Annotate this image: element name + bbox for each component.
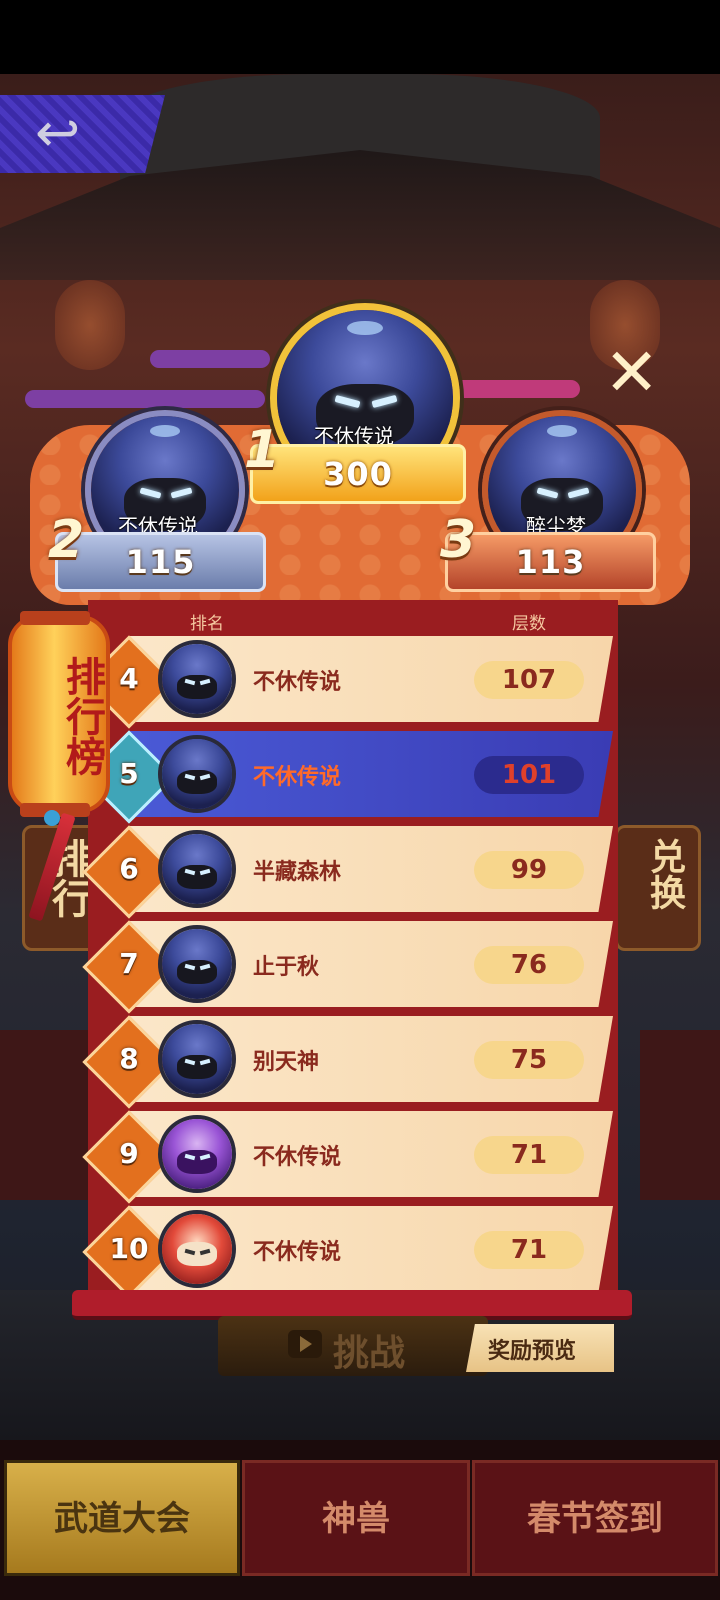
side-door-left (0, 1030, 90, 1200)
rank-number: 7 (119, 947, 139, 980)
exchange-label: 兑换 (644, 838, 685, 910)
column-header-score: 层数 (512, 614, 546, 634)
third-place-plaque: 113 (445, 532, 656, 592)
screen: { "podium": { "first": {"rank": "1", "na… (0, 0, 720, 1600)
tab-label: 春节签到 (527, 1499, 663, 1539)
lion-dance-avatar[interactable] (158, 1210, 236, 1288)
player-name: 不休传说 (253, 765, 342, 790)
tab-label: 武道大会 (54, 1499, 190, 1539)
player-score: 71 (474, 1231, 584, 1269)
decor-streak (450, 380, 580, 398)
close-icon: ✕ (604, 334, 660, 411)
decor-streak (150, 350, 270, 368)
ranking-lantern-label: 排行榜 (59, 656, 105, 776)
rank-number: 6 (119, 852, 139, 885)
player-name: 止于秋 (253, 955, 320, 980)
video-play-icon (288, 1330, 322, 1358)
first-place-plaque: 300 (250, 444, 466, 504)
tab-divine-beast[interactable]: 神兽 (242, 1460, 470, 1576)
player-name: 不休传说 (253, 1145, 342, 1170)
tab-martial-tournament[interactable]: 武道大会 (4, 1460, 240, 1576)
player-name: 不休传说 (253, 670, 342, 695)
tab-spring-festival-checkin[interactable]: 春节签到 (472, 1460, 718, 1576)
first-place-rank: 1 (244, 420, 281, 480)
masked-ninja-avatar[interactable] (158, 640, 236, 718)
third-place-score: 113 (515, 543, 586, 581)
rank-number: 10 (109, 1232, 149, 1265)
challenge-button[interactable]: 挑战 (218, 1316, 488, 1376)
side-door-right (640, 1030, 720, 1200)
reward-preview-button[interactable]: 奖励预览 (466, 1324, 614, 1372)
player-name: 别天神 (253, 1050, 320, 1075)
reward-preview-label: 奖励预览 (488, 1339, 577, 1364)
player-name: 不休传说 (253, 1240, 342, 1265)
back-button[interactable]: ↩ (0, 95, 165, 173)
rank-number: 8 (119, 1042, 139, 1075)
second-place-rank: 2 (48, 510, 85, 570)
lantern-cap-top (20, 611, 90, 625)
second-place-plaque: 115 (55, 532, 266, 592)
player-score: 71 (474, 1136, 584, 1174)
masked-ninja-avatar[interactable] (158, 830, 236, 908)
close-button[interactable]: ✕ (596, 334, 659, 411)
challenge-label: 挑战 (333, 1333, 406, 1374)
player-score: 107 (474, 661, 584, 699)
column-header-rank: 排名 (190, 614, 224, 634)
masked-ninja-avatar[interactable] (158, 1020, 236, 1098)
first-place-score: 300 (323, 455, 393, 493)
second-place-score: 115 (125, 543, 196, 581)
ranking-lantern: 排行榜 (8, 611, 110, 817)
rank-number: 9 (119, 1137, 139, 1170)
back-arrow-icon: ↩ (35, 101, 81, 164)
player-score: 99 (474, 851, 584, 889)
masked-ninja-avatar[interactable] (158, 735, 236, 813)
bg-lantern-left (55, 280, 125, 370)
status-bar (0, 0, 720, 74)
decor-streak (25, 390, 265, 408)
player-score: 101 (474, 756, 584, 794)
player-score: 76 (474, 946, 584, 984)
player-name: 半藏森林 (253, 860, 342, 885)
third-place-rank: 3 (440, 510, 477, 570)
purple-ninja-avatar[interactable] (158, 1115, 236, 1193)
player-score: 75 (474, 1041, 584, 1079)
tab-label: 神兽 (322, 1499, 390, 1539)
masked-ninja-avatar[interactable] (158, 925, 236, 1003)
lantern-knot (44, 810, 60, 826)
exchange-button[interactable]: 兑换 (615, 825, 701, 951)
